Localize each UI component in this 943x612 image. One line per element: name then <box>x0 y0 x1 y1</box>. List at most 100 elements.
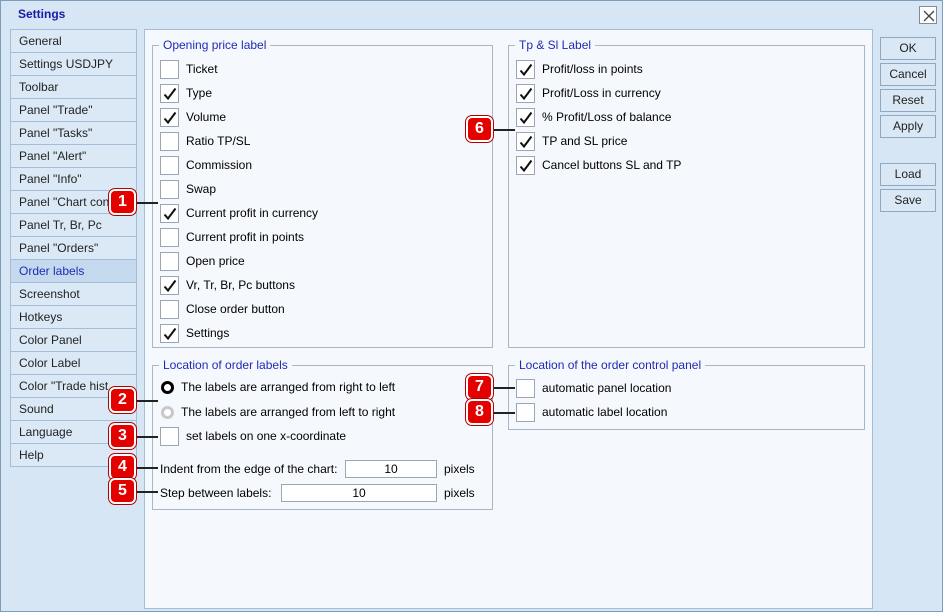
checkbox-row[interactable]: Close order button <box>160 300 460 320</box>
sidebar-item-panel-orders[interactable]: Panel "Orders" <box>10 236 137 260</box>
checkbox-row[interactable]: Ticket <box>160 60 460 80</box>
auto-panel-checkbox[interactable] <box>516 379 535 398</box>
callout-leader-5 <box>134 491 158 493</box>
sidebar-item-panel-alert[interactable]: Panel "Alert" <box>10 144 137 168</box>
checkbox-row[interactable]: Cancel buttons SL and TP <box>516 156 816 176</box>
checkbox-row[interactable]: Profit/loss in points <box>516 60 816 80</box>
sidebar-item-panel-tr-br-pc[interactable]: Panel Tr, Br, Pc <box>10 213 137 237</box>
auto-label-row[interactable]: automatic label location <box>516 403 816 423</box>
sidebar-item-color-panel[interactable]: Color Panel <box>10 328 137 352</box>
sidebar-item-toolbar[interactable]: Toolbar <box>10 75 137 99</box>
checkbox-label: TP and SL price <box>542 134 628 148</box>
checkbox-row[interactable]: Volume <box>160 108 460 128</box>
reset-button[interactable]: Reset <box>880 89 936 112</box>
window-title: Settings <box>18 7 66 21</box>
checkbox[interactable] <box>160 84 179 103</box>
location-title: Location of order labels <box>159 358 292 372</box>
checkbox-row[interactable]: Profit/Loss in currency <box>516 84 816 104</box>
checkbox[interactable] <box>160 324 179 343</box>
checkbox[interactable] <box>160 300 179 319</box>
checkbox-row[interactable]: Settings <box>160 324 460 344</box>
checkbox-label: Cancel buttons SL and TP <box>542 158 682 172</box>
checkbox[interactable] <box>160 252 179 271</box>
checkbox-row[interactable]: Current profit in points <box>160 228 460 248</box>
sidebar-item-panel-trade[interactable]: Panel "Trade" <box>10 98 137 122</box>
callout-badge-7: 7 <box>466 374 493 400</box>
auto-label-checkbox[interactable] <box>516 403 535 422</box>
callout-leader-3 <box>134 436 158 438</box>
radio-left-to-right-label: The labels are arranged from left to rig… <box>181 405 396 419</box>
one-x-coordinate-checkbox[interactable] <box>160 427 179 446</box>
callout-badge-1: 1 <box>109 189 136 215</box>
checkbox[interactable] <box>160 276 179 295</box>
indent-units: pixels <box>444 462 475 476</box>
checkmark-icon <box>163 87 177 101</box>
sidebar-item-panel-tasks[interactable]: Panel "Tasks" <box>10 121 137 145</box>
checkbox-label: Vr, Tr, Br, Pc buttons <box>186 278 295 292</box>
checkbox-row[interactable]: TP and SL price <box>516 132 816 152</box>
checkbox[interactable] <box>516 108 535 127</box>
tp-sl-title: Tp & Sl Label <box>515 38 596 52</box>
checkbox[interactable] <box>160 156 179 175</box>
checkmark-icon <box>163 327 177 341</box>
checkbox[interactable] <box>516 60 535 79</box>
checkbox-row[interactable]: Swap <box>160 180 460 200</box>
checkbox[interactable] <box>160 180 179 199</box>
callout-leader-1 <box>134 202 158 204</box>
apply-button[interactable]: Apply <box>880 115 936 138</box>
cancel-button[interactable]: Cancel <box>880 63 936 86</box>
checkbox-row[interactable]: Vr, Tr, Br, Pc buttons <box>160 276 460 296</box>
one-x-coordinate-row[interactable]: set labels on one x-coordinate <box>160 427 480 447</box>
radio-left-to-right-row[interactable]: The labels are arranged from left to rig… <box>161 405 481 425</box>
radio-right-to-left-row[interactable]: The labels are arranged from right to le… <box>161 380 481 400</box>
sidebar-item-order-labels[interactable]: Order labels <box>10 259 137 283</box>
checkbox[interactable] <box>160 132 179 151</box>
checkbox[interactable] <box>160 108 179 127</box>
checkbox[interactable] <box>516 132 535 151</box>
ok-button[interactable]: OK <box>880 37 936 60</box>
checkbox-label: % Profit/Loss of balance <box>542 110 672 124</box>
checkbox-row[interactable]: Open price <box>160 252 460 272</box>
checkbox[interactable] <box>516 84 535 103</box>
callout-badge-8: 8 <box>466 399 493 425</box>
checkbox-row[interactable]: Commission <box>160 156 460 176</box>
opening-price-title: Opening price label <box>159 38 271 52</box>
callout-badge-6: 6 <box>466 116 493 142</box>
save-button[interactable]: Save <box>880 189 936 212</box>
checkmark-icon <box>163 207 177 221</box>
radio-right-to-left[interactable] <box>161 381 174 394</box>
indent-label: Indent from the edge of the chart: <box>160 462 338 476</box>
callout-badge-5: 5 <box>109 478 136 504</box>
checkbox[interactable] <box>160 204 179 223</box>
checkbox-label: Current profit in currency <box>186 206 319 220</box>
checkmark-icon <box>519 87 533 101</box>
sidebar-item-panel-info[interactable]: Panel "Info" <box>10 167 137 191</box>
checkbox-label: Settings <box>186 326 230 340</box>
checkbox-row[interactable]: Type <box>160 84 460 104</box>
checkbox[interactable] <box>160 60 179 79</box>
checkbox-label: Open price <box>186 254 245 268</box>
checkmark-icon <box>519 159 533 173</box>
callout-leader-8 <box>491 412 515 414</box>
checkbox-row[interactable]: Ratio TP/SL <box>160 132 460 152</box>
radio-left-to-right[interactable] <box>161 406 174 419</box>
indent-input[interactable]: 10 <box>345 460 437 478</box>
checkbox-row[interactable]: Current profit in currency <box>160 204 460 224</box>
callout-leader-4 <box>134 467 158 469</box>
checkbox-label: Commission <box>186 158 253 172</box>
close-button[interactable] <box>919 6 937 24</box>
checkbox[interactable] <box>160 228 179 247</box>
auto-panel-row[interactable]: automatic panel location <box>516 379 816 399</box>
checkbox-row[interactable]: % Profit/Loss of balance <box>516 108 816 128</box>
checkmark-icon <box>519 63 533 77</box>
sidebar-item-screenshot[interactable]: Screenshot <box>10 282 137 306</box>
sidebar-item-color-label[interactable]: Color Label <box>10 351 137 375</box>
step-units: pixels <box>444 486 475 500</box>
sidebar-item-general[interactable]: General <box>10 29 137 53</box>
settings-window: Settings General Settings USDJPY Toolbar… <box>0 0 943 612</box>
sidebar-item-settings-symbol[interactable]: Settings USDJPY <box>10 52 137 76</box>
sidebar-item-hotkeys[interactable]: Hotkeys <box>10 305 137 329</box>
load-button[interactable]: Load <box>880 163 936 186</box>
checkbox[interactable] <box>516 156 535 175</box>
step-input[interactable]: 10 <box>281 484 437 502</box>
